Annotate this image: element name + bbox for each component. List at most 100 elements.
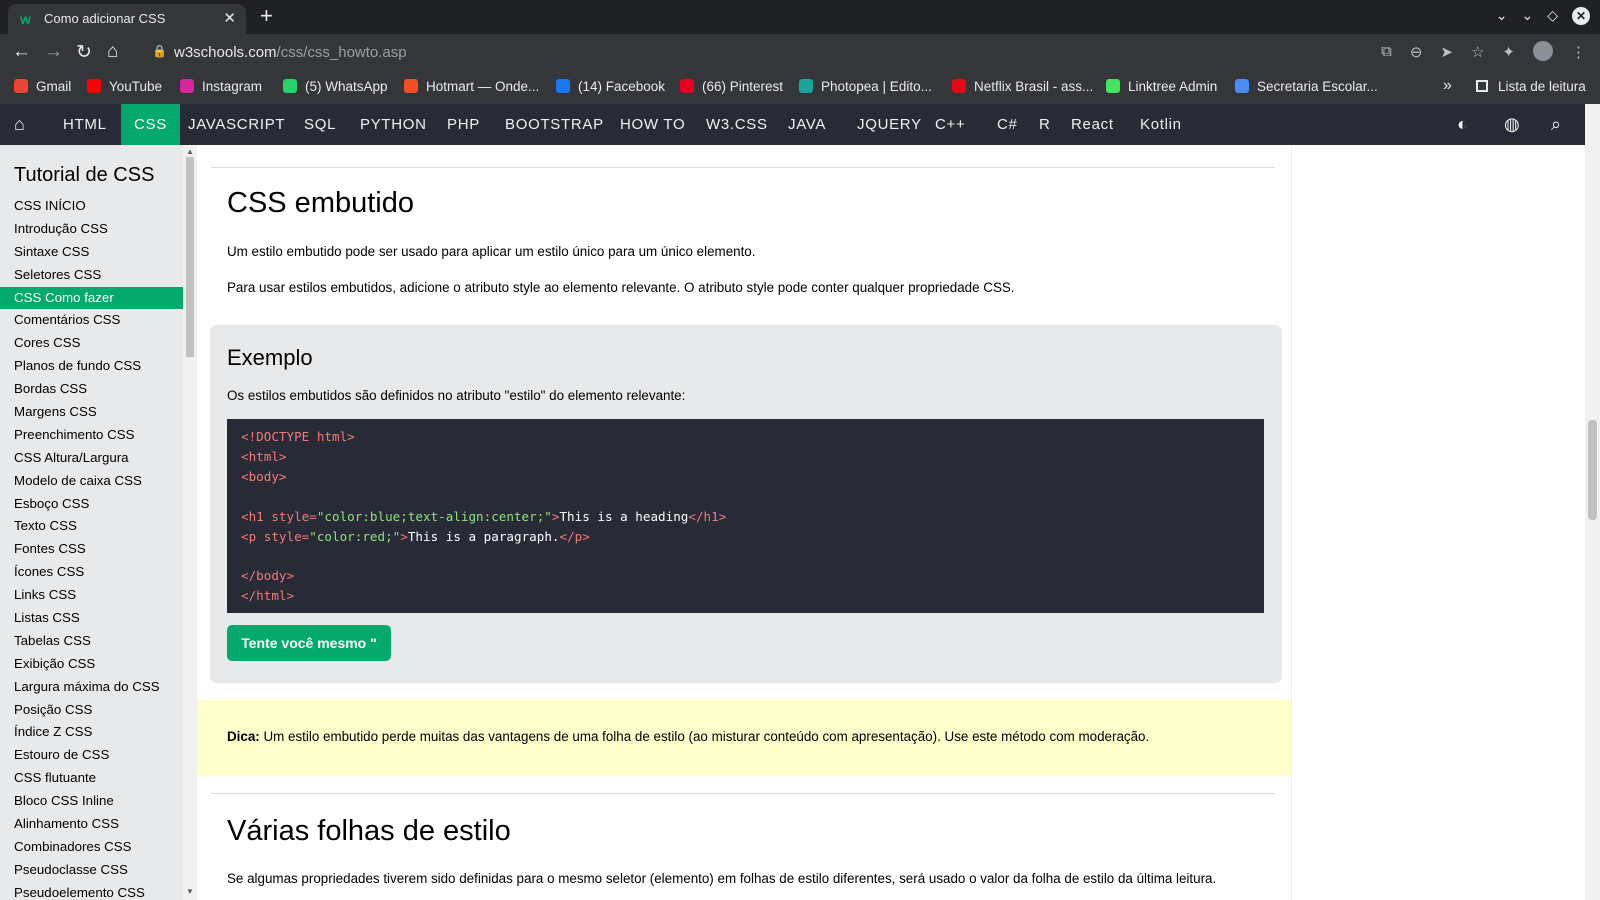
globe-icon[interactable]: ◍ xyxy=(1504,114,1520,135)
translate-icon[interactable]: ⧉ xyxy=(1381,43,1392,61)
back-icon[interactable]: ← xyxy=(12,41,31,63)
new-tab-icon[interactable]: + xyxy=(260,3,273,29)
forward-icon[interactable]: → xyxy=(44,41,63,63)
nav-cpp[interactable]: C++ xyxy=(922,104,978,145)
sidebar-item[interactable]: Planos de fundo CSS xyxy=(0,355,183,378)
lock-icon: 🔒 xyxy=(152,44,167,58)
window-close-icon[interactable]: ✕ xyxy=(1572,7,1590,25)
home-icon[interactable]: ⌂ xyxy=(14,114,25,135)
bookmark-hotmart[interactable]: Hotmart — Onde... xyxy=(404,79,539,94)
sidebar-item[interactable]: Introdução CSS xyxy=(0,218,183,241)
nav-css[interactable]: CSS xyxy=(121,104,180,145)
sidebar-item[interactable]: Combinadores CSS xyxy=(0,836,183,859)
section-heading: Várias folhas de estilo xyxy=(227,815,511,847)
sidebar-item[interactable]: Posição CSS xyxy=(0,699,183,722)
facebook-icon xyxy=(556,79,570,93)
sidebar-item[interactable]: Pseudoclasse CSS xyxy=(0,859,183,882)
bookmark-youtube[interactable]: YouTube xyxy=(87,79,162,94)
hotmart-icon xyxy=(404,79,418,93)
tab-search-icon[interactable]: ⌄ xyxy=(1496,7,1508,25)
sidebar-item[interactable]: Modelo de caixa CSS xyxy=(0,470,183,493)
sidebar-item[interactable]: CSS Como fazer xyxy=(0,286,183,310)
address-bar[interactable]: 🔒 w3schools.com/css/css_howto.asp xyxy=(140,38,1340,68)
minimize-icon[interactable]: ⌄ xyxy=(1521,7,1533,25)
menu-icon[interactable]: ⋮ xyxy=(1571,43,1586,61)
profile-avatar[interactable] xyxy=(1533,41,1553,61)
nav-html[interactable]: HTML xyxy=(50,104,120,145)
bookmark-netflix[interactable]: Netflix Brasil - ass... xyxy=(952,79,1093,94)
sidebar-item[interactable]: Cores CSS xyxy=(0,332,183,355)
tab-title: Como adicionar CSS xyxy=(44,11,166,26)
sidebar-item[interactable]: Sintaxe CSS xyxy=(0,241,183,264)
paragraph-2: Para usar estilos embutidos, adicione o … xyxy=(227,280,1015,295)
tip-box: Dica: Um estilo embutido perde muitas da… xyxy=(197,700,1291,776)
url-domain: w3schools.com xyxy=(174,44,277,61)
bookmark-gmail[interactable]: Gmail xyxy=(14,79,71,94)
sidebar-item[interactable]: Largura máxima do CSS xyxy=(0,676,183,699)
scroll-down-icon[interactable]: ▼ xyxy=(186,887,194,896)
sidebar-item[interactable]: Fontes CSS xyxy=(0,538,183,561)
reload-icon[interactable]: ↻ xyxy=(76,41,92,64)
nav-javascript[interactable]: JAVASCRIPT xyxy=(175,104,298,145)
sidebar-item[interactable]: Comentários CSS xyxy=(0,309,183,332)
try-it-yourself-button[interactable]: Tente você mesmo " xyxy=(227,625,391,661)
browser-tab[interactable]: w Como adicionar CSS ✕ xyxy=(8,4,246,34)
close-tab-icon[interactable]: ✕ xyxy=(223,9,236,27)
sidebar-item[interactable]: Links CSS xyxy=(0,584,183,607)
nav-python[interactable]: PYTHON xyxy=(347,104,440,145)
bookmark-star-icon[interactable]: ☆ xyxy=(1471,43,1484,61)
sidebar-item[interactable]: Tabelas CSS xyxy=(0,630,183,653)
sidebar-item[interactable]: Esboço CSS xyxy=(0,493,183,516)
sidebar-item[interactable]: Ícones CSS xyxy=(0,561,183,584)
bookmark-facebook[interactable]: (14) Facebook xyxy=(556,79,665,94)
tip-label: Dica: xyxy=(227,729,260,744)
bookmark-whatsapp[interactable]: (5) WhatsApp xyxy=(283,79,388,94)
nav-csharp[interactable]: C# xyxy=(984,104,1031,145)
page-scrollbar[interactable] xyxy=(1585,104,1600,900)
sidebar-item[interactable]: Índice Z CSS xyxy=(0,721,183,744)
sidebar-item[interactable]: Pseudoelemento CSS xyxy=(0,882,183,900)
sidebar-item[interactable]: Estouro de CSS xyxy=(0,744,183,767)
search-icon[interactable]: ⌕ xyxy=(1551,114,1561,135)
sidebar-item[interactable]: Margens CSS xyxy=(0,401,183,424)
dark-mode-icon[interactable]: ◐ xyxy=(1457,114,1468,135)
sidebar-item[interactable]: Bordas CSS xyxy=(0,378,183,401)
sidebar-item[interactable]: Bloco CSS Inline xyxy=(0,790,183,813)
sidebar-item[interactable]: Alinhamento CSS xyxy=(0,813,183,836)
scroll-up-icon[interactable]: ▲ xyxy=(186,147,194,156)
page-scroll-thumb[interactable] xyxy=(1588,420,1597,520)
restore-icon[interactable]: ◇ xyxy=(1547,7,1558,25)
bookmark-linktree[interactable]: Linktree Admin xyxy=(1106,79,1217,94)
reading-list[interactable]: Lista de leitura xyxy=(1476,79,1586,94)
zoom-icon[interactable]: ⊖ xyxy=(1410,43,1423,61)
sidebar-item[interactable]: Exibição CSS xyxy=(0,653,183,676)
bookmark-secretaria[interactable]: Secretaria Escolar... xyxy=(1235,79,1378,94)
reading-list-icon xyxy=(1476,80,1488,92)
more-bookmarks-icon[interactable]: » xyxy=(1443,77,1452,95)
sidebar-item[interactable]: Listas CSS xyxy=(0,607,183,630)
sidebar-scrollbar[interactable]: ▲ ▼ xyxy=(183,145,197,900)
sidebar-item[interactable]: CSS Altura/Largura xyxy=(0,447,183,470)
nav-w3css[interactable]: W3.CSS xyxy=(693,104,781,145)
nav-howto[interactable]: HOW TO xyxy=(607,104,698,145)
nav-java[interactable]: JAVA xyxy=(775,104,839,145)
send-icon[interactable]: ➤ xyxy=(1440,43,1453,61)
photopea-icon xyxy=(799,79,813,93)
sidebar-item[interactable]: CSS INÍCIO xyxy=(0,195,183,218)
extensions-icon[interactable]: ✦ xyxy=(1502,43,1515,61)
nav-php[interactable]: PHP xyxy=(434,104,493,145)
bookmark-photopea[interactable]: Photopea | Edito... xyxy=(799,79,932,94)
sidebar-item[interactable]: Preenchimento CSS xyxy=(0,424,183,447)
sidebar-scroll-thumb[interactable] xyxy=(186,157,194,357)
sidebar-item[interactable]: Seletores CSS xyxy=(0,264,183,287)
home-icon[interactable]: ⌂ xyxy=(107,41,118,63)
nav-bootstrap[interactable]: BOOTSTRAP xyxy=(492,104,617,145)
sidebar-item[interactable]: Texto CSS xyxy=(0,515,183,538)
nav-kotlin[interactable]: Kotlin xyxy=(1127,104,1195,145)
sidebar-item[interactable]: CSS flutuante xyxy=(0,767,183,790)
bookmark-pinterest[interactable]: (66) Pinterest xyxy=(680,79,783,94)
nav-react[interactable]: React xyxy=(1058,104,1127,145)
bookmarks-bar: Gmail YouTube Instagram (5) WhatsApp Hot… xyxy=(0,72,1600,104)
nav-sql[interactable]: SQL xyxy=(291,104,349,145)
bookmark-instagram[interactable]: Instagram xyxy=(180,79,262,94)
